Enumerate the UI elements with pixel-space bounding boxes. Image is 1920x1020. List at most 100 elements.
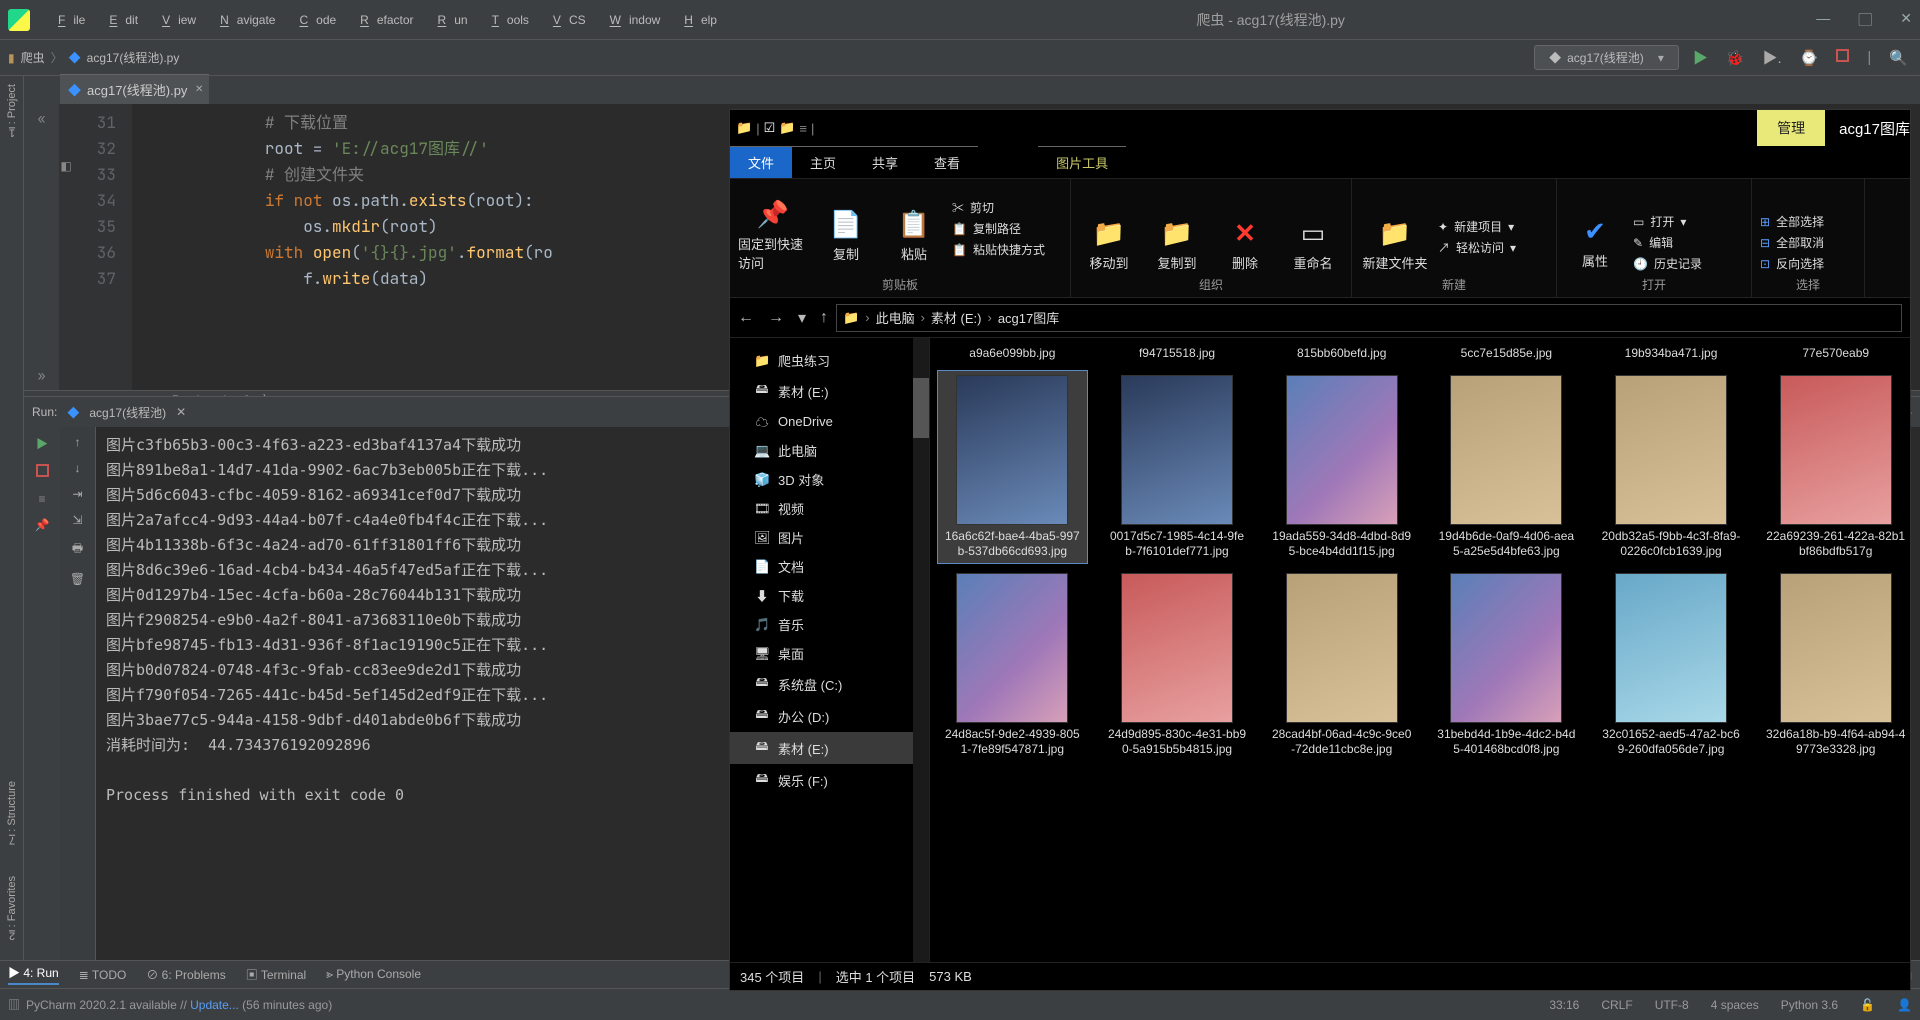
menu-navigate[interactable]: Navigate: [204, 9, 283, 31]
rename-button[interactable]: ▭重命名: [1283, 218, 1343, 272]
collapse-icon[interactable]: «: [38, 110, 46, 127]
sidebar-item[interactable]: 📁爬虫练习: [730, 346, 929, 375]
cut-button[interactable]: ✂剪切: [952, 199, 1062, 216]
sidebar-item[interactable]: 🖴娱乐 (F:): [730, 764, 929, 796]
file-thumb[interactable]: 24d8ac5f-9de2-4939-8051-7fe89f547871.jpg: [938, 569, 1087, 761]
sidebar-item[interactable]: 🎵音乐: [730, 610, 929, 639]
recent-dropdown-icon[interactable]: ▾: [798, 308, 806, 328]
sidebar-item[interactable]: 🖴素材 (E:): [730, 375, 929, 407]
selectall-button[interactable]: ⊞全部选择: [1760, 213, 1856, 230]
menu-vcs[interactable]: VCS: [537, 9, 594, 31]
file-thumb[interactable]: 16a6c62f-bae4-4ba5-997b-537db66cd693.jpg: [938, 371, 1087, 563]
qat-eq-icon[interactable]: ≡: [799, 121, 807, 136]
sidebar-item[interactable]: 💻此电脑: [730, 436, 929, 465]
soft-wrap-icon[interactable]: ⇥: [72, 487, 82, 501]
file-thumb[interactable]: 20db32a5-f9bb-4c3f-8fa9-0226c0fcb1639.jp…: [1597, 371, 1746, 563]
copyto-button[interactable]: 📁复制到: [1147, 218, 1207, 272]
file-thumb[interactable]: 5cc7e15d85e.jpg: [1432, 342, 1581, 365]
pin-quickaccess-button[interactable]: 📌固定到快速访问: [738, 199, 808, 272]
tool-tab-problems[interactable]: ⊘ 6: Problems: [146, 966, 225, 983]
tab-file[interactable]: 文件: [730, 146, 792, 178]
indent[interactable]: 4 spaces: [1711, 998, 1759, 1012]
forward-button[interactable]: →: [768, 309, 784, 327]
caret-pos[interactable]: 33:16: [1549, 998, 1579, 1012]
tool-tab-run[interactable]: ▶ 4: Run: [8, 964, 59, 985]
menu-window[interactable]: Window: [594, 9, 669, 31]
main-menu[interactable]: FileEditViewNavigateCodeRefactorRunTools…: [42, 9, 725, 31]
history-button[interactable]: 🕘历史记录: [1633, 255, 1743, 272]
down-arrow-icon[interactable]: ↓: [75, 461, 81, 475]
selectnone-button[interactable]: ⊟全部取消: [1760, 234, 1856, 251]
tab-close-icon[interactable]: ✕: [176, 405, 186, 419]
file-thumb[interactable]: a9a6e099bb.jpg: [938, 342, 1087, 365]
paste-button[interactable]: 📋粘贴: [884, 199, 944, 272]
explorer-window[interactable]: 📁 | ☑ 📁 ≡ | 管理 acg17图库 文件 主页 共享 查看 图片工具 …: [730, 110, 1910, 990]
menu-code[interactable]: Code: [283, 9, 344, 31]
tab-share[interactable]: 共享: [854, 146, 916, 178]
properties-button[interactable]: ✔属性: [1565, 213, 1625, 272]
paste-shortcut-button[interactable]: 📋粘贴快捷方式: [952, 241, 1062, 258]
stop-button[interactable]: [1832, 47, 1853, 68]
menu-help[interactable]: Help: [668, 9, 725, 31]
file-thumb[interactable]: 19d4b6de-0af9-4d06-aea5-a25e5d4bfe63.jpg: [1432, 371, 1581, 563]
project-tool-gutter[interactable]: « »: [24, 104, 60, 390]
tool-strip-left[interactable]: 1: Project 7: Structure 2: Favorites ★: [0, 76, 24, 988]
path-seg[interactable]: acg17图库: [998, 308, 1059, 327]
delete-button[interactable]: ✕删除: [1215, 218, 1275, 272]
moveto-button[interactable]: 📁移动到: [1079, 218, 1139, 272]
sidebar-item[interactable]: 🖼图片: [730, 523, 929, 552]
lock-icon[interactable]: 🔓: [1860, 998, 1875, 1012]
invertsel-button[interactable]: ⊡反向选择: [1760, 255, 1856, 272]
run-tab-label[interactable]: acg17(线程池): [89, 404, 166, 421]
file-grid[interactable]: a9a6e099bb.jpg f94715518.jpg 815bb60befd.j…: [930, 338, 1910, 962]
sidebar-item[interactable]: ⬇下载: [730, 581, 929, 610]
menu-edit[interactable]: Edit: [93, 9, 146, 31]
sidebar-item[interactable]: 📄文档: [730, 552, 929, 581]
qat-checkbox-icon[interactable]: ☑: [764, 120, 776, 136]
file-thumb[interactable]: 28cad4bf-06ad-4c9c-9ce0-72dde11cbc8e.jpg: [1267, 569, 1416, 761]
window-controls[interactable]: — ▢ ✕: [1816, 10, 1912, 30]
newfolder-button[interactable]: 📁新建文件夹: [1360, 218, 1430, 272]
status-hamburger-icon[interactable]: ▥: [8, 996, 20, 1013]
inspector-icon[interactable]: 👤: [1897, 998, 1912, 1012]
ribbon[interactable]: 📌固定到快速访问 📄复制 📋粘贴 ✂剪切 📋复制路径 📋粘贴快捷方式 剪贴板 📁…: [730, 178, 1910, 298]
up-button[interactable]: ↑: [820, 309, 828, 327]
file-thumb[interactable]: 31bebd4d-1b9e-4dc2-b4d5-401468bcd0f8.jpg: [1432, 569, 1581, 761]
trash-icon[interactable]: 🗑: [70, 572, 85, 586]
breadcrumb[interactable]: ▮ 爬虫 〉 ◆ acg17(线程池).py: [8, 49, 179, 66]
tab-picture-tools[interactable]: 图片工具: [1038, 146, 1126, 178]
path-box[interactable]: 📁 › 此电脑› 素材 (E:)› acg17图库: [836, 304, 1902, 332]
sidebar-item[interactable]: 🖴办公 (D:): [730, 700, 929, 732]
open-button[interactable]: ▭打开▾: [1633, 213, 1743, 230]
file-thumb[interactable]: 815bb60befd.jpg: [1267, 342, 1416, 365]
tool-tab-pyconsole[interactable]: ⪢ Python Console: [326, 967, 421, 982]
menu-refactor[interactable]: Refactor: [344, 9, 421, 31]
address-bar[interactable]: ← → ▾ ↑ 📁 › 此电脑› 素材 (E:)› acg17图库: [730, 298, 1910, 338]
interpreter[interactable]: Python 3.6: [1781, 998, 1838, 1012]
back-button[interactable]: ←: [738, 309, 754, 327]
tab-close-icon[interactable]: ✕: [195, 84, 203, 95]
sidebar-item[interactable]: 🖴系统盘 (C:): [730, 668, 929, 700]
search-everywhere-button[interactable]: 🔍: [1885, 47, 1912, 69]
layout-icon[interactable]: ≡: [38, 492, 45, 506]
rerun-button[interactable]: ▶: [36, 435, 48, 452]
tool-tab-favorites[interactable]: 2: Favorites: [6, 876, 18, 941]
ribbon-context-tab[interactable]: 管理: [1757, 110, 1825, 146]
sidebar-item[interactable]: ☁OneDrive: [730, 407, 929, 436]
sidebar-item[interactable]: 🧊3D 对象: [730, 465, 929, 494]
minimize-icon[interactable]: —: [1816, 10, 1830, 30]
stop-button[interactable]: [36, 464, 49, 480]
editor-tab[interactable]: ◆ acg17(线程池).py ✕: [60, 74, 209, 104]
crumb-file[interactable]: acg17(线程池).py: [87, 49, 180, 66]
profile-button[interactable]: ⌚: [1796, 47, 1823, 69]
run-config-selector[interactable]: ◆ acg17(线程池) ▾: [1534, 45, 1679, 70]
pin-icon[interactable]: 📌: [35, 518, 50, 532]
path-seg[interactable]: 素材 (E:): [931, 308, 982, 327]
ribbon-tabs[interactable]: 文件 主页 共享 查看 图片工具: [730, 146, 1910, 178]
file-thumb[interactable]: f94715518.jpg: [1103, 342, 1252, 365]
explorer-sidebar[interactable]: 📁爬虫练习🖴素材 (E:)☁OneDrive💻此电脑🧊3D 对象🎞视频🖼图片📄文…: [730, 338, 930, 962]
copy-button[interactable]: 📄复制: [816, 199, 876, 272]
qat-folder-icon[interactable]: 📁: [779, 120, 795, 136]
file-thumb[interactable]: 19ada559-34d8-4dbd-8d95-bce4b4dd1f15.jpg: [1267, 371, 1416, 563]
explorer-titlebar[interactable]: 📁 | ☑ 📁 ≡ | 管理 acg17图库: [730, 110, 1910, 146]
